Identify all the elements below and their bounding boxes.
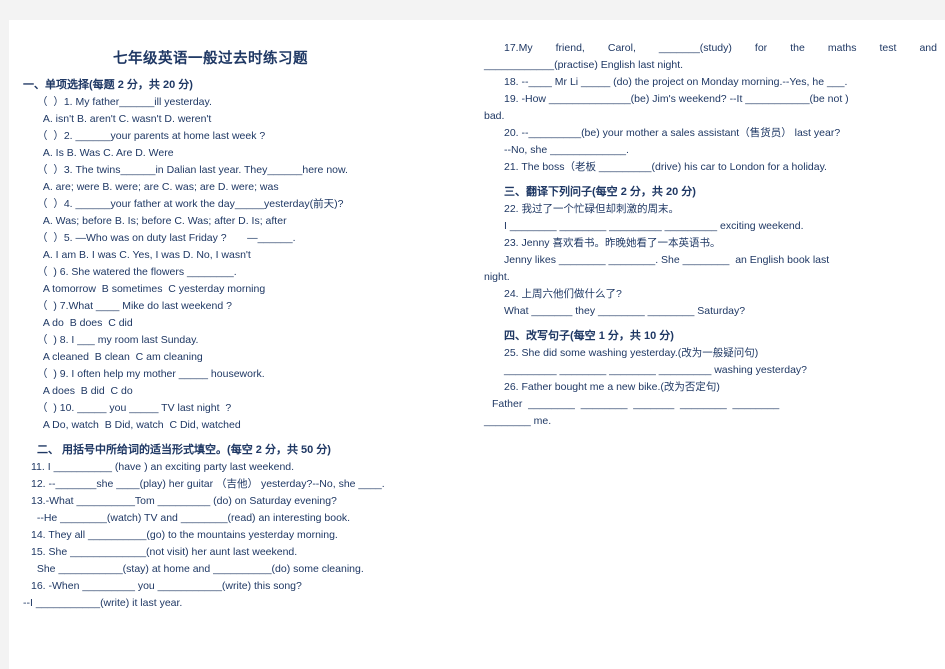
option-line: A tomorrow B sometimes C yesterday morni…	[37, 282, 266, 295]
question-line: （ ) 6. She watered the flowers ________.	[37, 265, 237, 278]
option-line: A. I am B. I was C. Yes, I was D. No, I …	[37, 248, 251, 261]
question-line: （ ) 8. I ___ my room last Sunday.	[37, 333, 199, 346]
rewrite-answer-line: Father ________ ________ _______ _______…	[492, 398, 780, 410]
option-line: A. Is B. Was C. Are D. Were	[37, 146, 174, 159]
fill-blank-line: 11. I __________ (have ) an exciting par…	[31, 460, 295, 473]
translation-prompt-line: 23. Jenny 喜欢看书。昨晚她看了一本英语书。	[504, 237, 721, 249]
question-line: （ ）2. ______your parents at home last we…	[37, 129, 266, 142]
translation-answer-line: I ________ ________ _________ _________ …	[504, 220, 804, 232]
option-line: A does B did C do	[37, 384, 133, 397]
section-heading-1: 一、单项选择(每题 2 分，共 20 分)	[23, 78, 193, 91]
rewrite-answer-line: _________ ________ ________ _________ wa…	[504, 364, 808, 376]
translation-answer-line: night.	[484, 271, 510, 283]
question-line: （ ）1. My father______ill yesterday.	[37, 95, 212, 108]
fill-blank-line: 17.My friend, Carol, _______(study) for …	[504, 42, 937, 54]
fill-blank-line: ____________(practise) English last nigh…	[484, 59, 684, 71]
rewrite-answer-line: ________ me.	[484, 415, 552, 427]
question-line: （ ）3. The twins______in Dalian last year…	[37, 163, 348, 176]
fill-blank-line: 16. -When _________ you ___________(writ…	[31, 579, 302, 592]
two-column-layout: 七年级英语一般过去时练习题 一、单项选择(每题 2 分，共 20 分) （ ）1…	[9, 20, 945, 669]
page-title: 七年级英语一般过去时练习题	[113, 51, 308, 67]
left-column: 七年级英语一般过去时练习题 一、单项选择(每题 2 分，共 20 分) （ ）1…	[9, 20, 476, 669]
translation-prompt-line: 22. 我过了一个忙碌但却刺激的周末。	[504, 203, 680, 215]
question-line: （ ) 7.What ____ Mike do last weekend ?	[37, 299, 232, 312]
question-line: （ ) 10. _____ you _____ TV last night ?	[37, 401, 232, 414]
section-heading-4: 四、改写句子(每空 1 分，共 10 分)	[504, 330, 674, 342]
fill-blank-line: 14. They all __________(go) to the mount…	[31, 528, 338, 541]
fill-blank-line: 21. The boss（老板 _________(drive) his car…	[504, 161, 827, 173]
option-line: A. are; were B. were; are C. was; are D.…	[37, 180, 279, 193]
translation-prompt-line: 24. 上周六他们做什么了?	[504, 288, 622, 300]
fill-blank-line: --I ___________(write) it last year.	[23, 596, 183, 609]
question-line: （ ）5. —Who was on duty last Friday ? —__…	[37, 231, 296, 244]
right-column: 17.My friend, Carol, _______(study) for …	[476, 20, 945, 669]
translation-answer-line: What _______ they ________ ________ Satu…	[504, 305, 746, 317]
fill-blank-line: --He ________(watch) TV and ________(rea…	[31, 511, 351, 524]
option-line: A. Was; before B. Is; before C. Was; aft…	[37, 214, 287, 227]
fill-blank-line: 15. She _____________(not visit) her aun…	[31, 545, 298, 558]
option-line: A cleaned B clean C am cleaning	[37, 350, 203, 363]
fill-blank-line: 20. --_________(be) your mother a sales …	[504, 127, 841, 139]
section-heading-3: 三、翻译下列问子(每空 2 分，共 20 分)	[504, 186, 696, 198]
fill-blank-line: 19. -How ______________(be) Jim's weeken…	[504, 93, 849, 105]
fill-blank-line: 13.-What __________Tom _________ (do) on…	[31, 494, 337, 507]
fill-blank-line: 18. --____ Mr Li _____ (do) the project …	[504, 76, 848, 88]
option-line: A Do, watch B Did, watch C Did, watched	[37, 418, 241, 431]
document-page: 七年级英语一般过去时练习题 一、单项选择(每题 2 分，共 20 分) （ ）1…	[9, 20, 945, 669]
question-line: （ ）4. ______your father at work the day_…	[37, 197, 344, 210]
translation-answer-line: Jenny likes ________ ________. She _____…	[504, 254, 830, 266]
fill-blank-line: 12. --_______she ____(play) her guitar （…	[31, 477, 385, 490]
option-line: A. isn't B. aren't C. wasn't D. weren't	[37, 112, 212, 125]
fill-blank-line: bad.	[484, 110, 505, 122]
section-heading-2: 二、 用括号中所给词的适当形式填空。(每空 2 分，共 50 分)	[37, 443, 331, 456]
question-line: （ ) 9. I often help my mother _____ hous…	[37, 367, 265, 380]
fill-blank-line: She ___________(stay) at home and ______…	[31, 562, 364, 575]
fill-blank-line: --No, she _____________.	[504, 144, 629, 156]
rewrite-prompt-line: 25. She did some washing yesterday.(改为一般…	[504, 347, 759, 359]
option-line: A do B does C did	[37, 316, 133, 329]
rewrite-prompt-line: 26. Father bought me a new bike.(改为否定句)	[504, 381, 720, 393]
